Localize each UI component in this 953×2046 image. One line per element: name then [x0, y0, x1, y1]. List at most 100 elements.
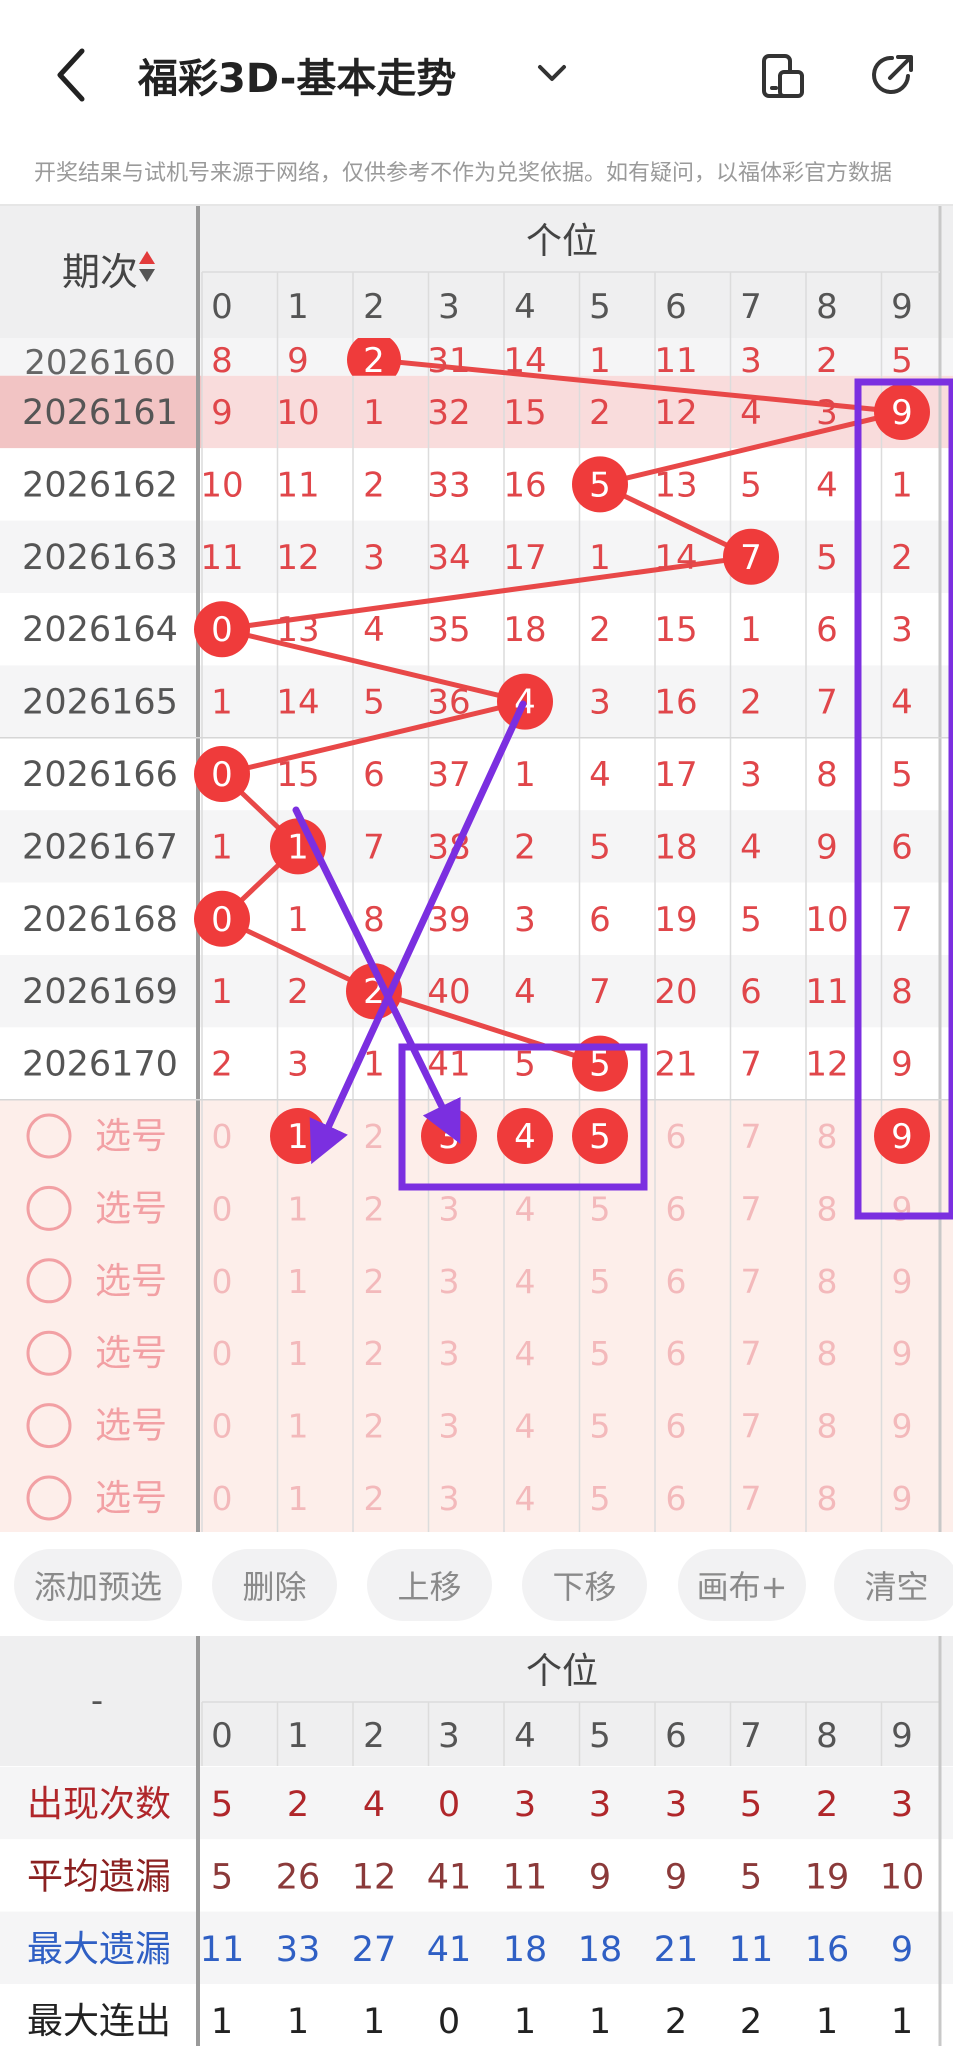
- selected-number: 5: [589, 1117, 611, 1157]
- miss-count: 5: [514, 1045, 536, 1085]
- select-number[interactable]: 1: [288, 1262, 309, 1301]
- delete-button[interactable]: 删除: [212, 1549, 337, 1621]
- miss-count: 19: [654, 900, 697, 940]
- select-number[interactable]: 3: [439, 1189, 460, 1228]
- select-number[interactable]: 1: [288, 1479, 309, 1518]
- select-number[interactable]: 9: [892, 1334, 913, 1373]
- select-number[interactable]: 5: [590, 1334, 611, 1373]
- select-number[interactable]: 4: [515, 1334, 536, 1373]
- select-number[interactable]: 1: [288, 1407, 309, 1446]
- miss-count: 10: [276, 393, 319, 433]
- select-number[interactable]: 3: [439, 1334, 460, 1373]
- stats-value: 0: [438, 1785, 460, 1825]
- select-number[interactable]: 2: [364, 1334, 385, 1373]
- move-down-button[interactable]: 下移: [522, 1549, 647, 1621]
- select-number[interactable]: 2: [364, 1189, 385, 1228]
- select-number[interactable]: 5: [590, 1479, 611, 1518]
- select-number[interactable]: 6: [666, 1334, 687, 1373]
- share-icon[interactable]: [868, 50, 918, 100]
- select-label: 选号: [95, 1261, 167, 1302]
- select-number[interactable]: 4: [515, 1479, 536, 1518]
- select-number[interactable]: 9: [892, 1262, 913, 1301]
- miss-count: 10: [805, 900, 848, 940]
- miss-count: 2: [816, 341, 838, 381]
- select-number[interactable]: 8: [817, 1479, 838, 1518]
- select-number[interactable]: 2: [364, 1407, 385, 1446]
- miss-count: 16: [503, 465, 546, 505]
- select-number[interactable]: 7: [741, 1189, 762, 1228]
- select-number[interactable]: 0: [212, 1189, 233, 1228]
- miss-count: 5: [740, 465, 762, 505]
- miss-count: 14: [276, 683, 319, 723]
- select-number[interactable]: 4: [515, 1189, 536, 1228]
- clear-button[interactable]: 清空: [834, 1549, 953, 1621]
- miss-count: 5: [891, 755, 913, 795]
- select-number[interactable]: 3: [439, 1407, 460, 1446]
- miss-count: 18: [503, 610, 546, 650]
- issue-number: 2026163: [22, 538, 178, 578]
- select-number[interactable]: 8: [817, 1262, 838, 1301]
- canvas-plus-button[interactable]: 画布+: [678, 1549, 806, 1621]
- select-number[interactable]: 3: [439, 1262, 460, 1301]
- miss-count: 2: [287, 972, 309, 1012]
- select-number[interactable]: 3: [439, 1479, 460, 1518]
- select-number[interactable]: 7: [741, 1262, 762, 1301]
- miss-count: 2: [589, 393, 611, 433]
- miss-count: 4: [589, 755, 611, 795]
- stats-value: 11: [200, 1930, 245, 1970]
- miss-count: 6: [740, 972, 762, 1012]
- select-number[interactable]: 0: [212, 1407, 233, 1446]
- select-number[interactable]: 8: [817, 1117, 838, 1156]
- miss-count: 7: [363, 827, 385, 867]
- select-number[interactable]: 8: [817, 1189, 838, 1228]
- select-number[interactable]: 1: [288, 1334, 309, 1373]
- select-number[interactable]: 8: [817, 1334, 838, 1373]
- select-number[interactable]: 6: [666, 1407, 687, 1446]
- select-number[interactable]: 0: [212, 1334, 233, 1373]
- select-number[interactable]: 5: [590, 1407, 611, 1446]
- miss-count: 5: [363, 683, 385, 723]
- select-number[interactable]: 0: [212, 1117, 233, 1156]
- move-up-button[interactable]: 上移: [367, 1549, 492, 1621]
- chevron-down-icon[interactable]: [534, 58, 570, 88]
- select-number[interactable]: 6: [666, 1479, 687, 1518]
- stats-value: 1: [816, 2002, 838, 2042]
- stats-digit-header: 8: [816, 1716, 838, 1756]
- miss-count: 6: [363, 755, 385, 795]
- stats-header-bg: [0, 1636, 953, 1766]
- select-number[interactable]: 1: [288, 1189, 309, 1228]
- select-number[interactable]: 9: [892, 1479, 913, 1518]
- select-number[interactable]: 7: [741, 1407, 762, 1446]
- stats-value: 3: [665, 1785, 687, 1825]
- select-number[interactable]: 6: [666, 1262, 687, 1301]
- add-preselect-button[interactable]: 添加预选: [14, 1549, 182, 1621]
- select-number[interactable]: 5: [590, 1262, 611, 1301]
- select-number[interactable]: 9: [892, 1407, 913, 1446]
- select-number[interactable]: 7: [741, 1117, 762, 1156]
- miss-count: 14: [654, 538, 697, 578]
- miss-count: 17: [503, 538, 546, 578]
- select-number[interactable]: 4: [515, 1262, 536, 1301]
- miss-count: 15: [503, 393, 546, 433]
- select-number[interactable]: 2: [364, 1117, 385, 1156]
- page-title[interactable]: 福彩3D-基本走势: [138, 46, 456, 104]
- select-number[interactable]: 7: [741, 1479, 762, 1518]
- miss-count: 18: [654, 827, 697, 867]
- select-number[interactable]: 5: [590, 1189, 611, 1228]
- select-number[interactable]: 9: [892, 1189, 913, 1228]
- select-number[interactable]: 2: [364, 1479, 385, 1518]
- hit-number: 2: [363, 341, 385, 381]
- miss-count: 1: [740, 610, 762, 650]
- miss-count: 4: [816, 465, 838, 505]
- select-number[interactable]: 6: [666, 1117, 687, 1156]
- select-number[interactable]: 0: [212, 1262, 233, 1301]
- select-label: 选号: [95, 1478, 167, 1519]
- select-number[interactable]: 6: [666, 1189, 687, 1228]
- device-switch-icon[interactable]: [758, 52, 808, 102]
- back-arrow-icon[interactable]: [48, 45, 98, 105]
- select-number[interactable]: 2: [364, 1262, 385, 1301]
- select-number[interactable]: 8: [817, 1407, 838, 1446]
- select-number[interactable]: 7: [741, 1334, 762, 1373]
- select-number[interactable]: 0: [212, 1479, 233, 1518]
- select-number[interactable]: 4: [515, 1407, 536, 1446]
